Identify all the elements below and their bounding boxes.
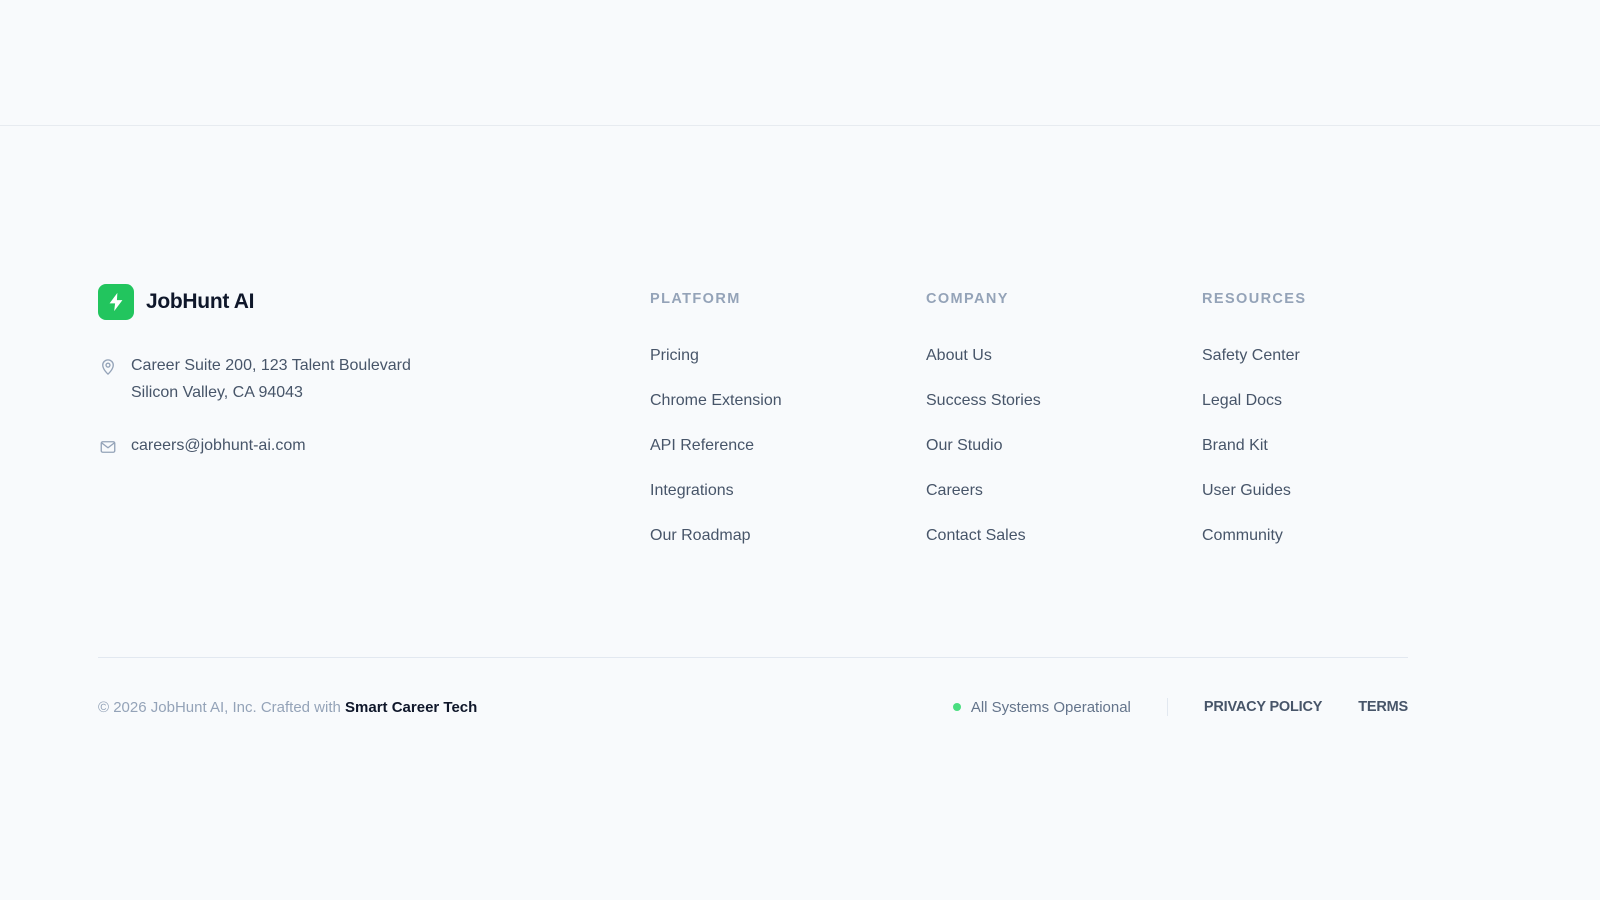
header-divider — [0, 125, 1600, 126]
footer-columns: PLATFORM Pricing Chrome Extension API Re… — [650, 284, 1478, 571]
system-status[interactable]: All Systems Operational — [952, 698, 1131, 716]
resources-column: RESOURCES Safety Center Legal Docs Brand… — [1202, 284, 1478, 571]
address-line-2: Silicon Valley, CA 94043 — [131, 384, 303, 401]
footer-link-brand-kit[interactable]: Brand Kit — [1202, 436, 1478, 456]
mail-icon — [98, 433, 118, 460]
footer-bottom-right: All Systems Operational PRIVACY POLICY T… — [952, 698, 1408, 716]
vertical-divider — [1166, 698, 1168, 716]
footer-link-community[interactable]: Community — [1202, 526, 1478, 546]
column-title: COMPANY — [926, 291, 1009, 307]
status-dot-icon — [952, 703, 961, 711]
address-line-1: Career Suite 200, 123 Talent Boulevard — [131, 357, 411, 374]
footer-link-careers[interactable]: Careers — [926, 481, 1202, 501]
footer-bottom-bar: © 2026 JobHunt AI, Inc. Crafted with Sma… — [98, 695, 1408, 719]
column-title: RESOURCES — [1202, 291, 1307, 307]
footer-link-success-stories[interactable]: Success Stories — [926, 391, 1202, 411]
lightning-bolt-icon — [98, 284, 134, 320]
copyright-highlight-link[interactable]: Smart Career Tech — [345, 699, 477, 716]
address-text: Career Suite 200, 123 Talent Boulevard S… — [131, 352, 411, 406]
footer-link-chrome-extension[interactable]: Chrome Extension — [650, 391, 926, 411]
footer-link-pricing[interactable]: Pricing — [650, 346, 926, 366]
platform-column: PLATFORM Pricing Chrome Extension API Re… — [650, 284, 926, 571]
copyright-text: © 2026 JobHunt AI, Inc. Crafted with — [98, 698, 346, 716]
footer-divider — [98, 657, 1408, 658]
terms-link[interactable]: TERMS — [1358, 699, 1408, 715]
footer-link-user-guides[interactable]: User Guides — [1202, 481, 1478, 501]
company-column: COMPANY About Us Success Stories Our Stu… — [926, 284, 1202, 571]
map-pin-icon — [98, 353, 118, 380]
link-list: Pricing Chrome Extension API Reference I… — [650, 346, 926, 546]
privacy-policy-link[interactable]: PRIVACY POLICY — [1204, 699, 1323, 715]
footer-link-roadmap[interactable]: Our Roadmap — [650, 526, 926, 546]
link-list: Safety Center Legal Docs Brand Kit User … — [1202, 346, 1478, 546]
footer-link-our-studio[interactable]: Our Studio — [926, 436, 1202, 456]
status-text: All Systems Operational — [970, 698, 1131, 716]
footer-link-contact-sales[interactable]: Contact Sales — [926, 526, 1202, 546]
footer-link-integrations[interactable]: Integrations — [650, 481, 926, 501]
email-link[interactable]: careers@jobhunt-ai.com — [131, 432, 306, 459]
copyright: © 2026 JobHunt AI, Inc. Crafted with Sma… — [98, 699, 477, 716]
footer-link-api-reference[interactable]: API Reference — [650, 436, 926, 456]
site-footer: JobHunt AI Career Suite 200, 123 Talent … — [98, 284, 1408, 544]
footer-link-legal-docs[interactable]: Legal Docs — [1202, 391, 1478, 411]
page: JobHunt AI Career Suite 200, 123 Talent … — [0, 0, 1600, 900]
brand-name: JobHunt AI — [146, 290, 255, 313]
link-list: About Us Success Stories Our Studio Care… — [926, 346, 1202, 546]
column-title: PLATFORM — [650, 291, 741, 307]
footer-link-safety-center[interactable]: Safety Center — [1202, 346, 1478, 366]
footer-link-about-us[interactable]: About Us — [926, 346, 1202, 366]
